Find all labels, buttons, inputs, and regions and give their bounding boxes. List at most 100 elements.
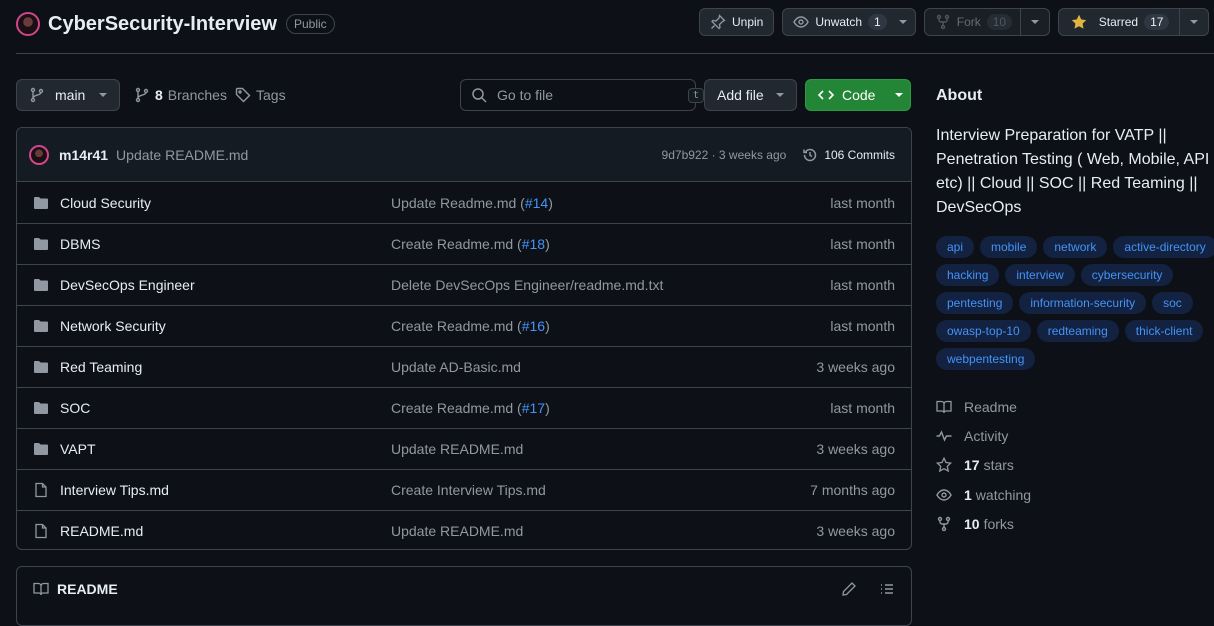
- file-commit-time: 3 weeks ago: [816, 441, 895, 457]
- go-to-file-input[interactable]: [497, 87, 678, 103]
- star-filled-icon: [1071, 14, 1087, 30]
- folder-icon: [33, 359, 51, 375]
- file-row[interactable]: VAPT Update README.md 3 weeks ago: [17, 428, 911, 469]
- topic-tag[interactable]: redteaming: [1036, 320, 1119, 342]
- file-commit-message[interactable]: Create Readme.md (#17): [391, 400, 830, 416]
- topic-tag[interactable]: active-directory: [1113, 236, 1214, 258]
- commit-author-avatar[interactable]: [29, 144, 49, 165]
- file-row[interactable]: Red Teaming Update AD-Basic.md 3 weeks ago: [17, 346, 911, 387]
- unpin-button[interactable]: Unpin: [699, 8, 775, 36]
- file-name[interactable]: DevSecOps Engineer: [60, 277, 391, 293]
- topic-tag[interactable]: information-security: [1019, 292, 1147, 314]
- file-name[interactable]: Red Teaming: [60, 359, 391, 375]
- pull-request-link[interactable]: #14: [525, 195, 548, 211]
- file-commit-time: 3 weeks ago: [816, 359, 895, 375]
- topic-tag[interactable]: pentesting: [936, 292, 1014, 314]
- readme-link-label: Readme: [964, 398, 1017, 415]
- fork-icon: [936, 516, 952, 532]
- file-commit-message[interactable]: Create Readme.md (#18): [391, 236, 830, 252]
- star-dropdown[interactable]: [1179, 9, 1208, 35]
- file-commit-message[interactable]: Update AD-Basic.md: [391, 359, 816, 375]
- watching-count: 1: [964, 486, 972, 503]
- file-row[interactable]: Cloud Security Update Readme.md (#14) last…: [17, 182, 911, 223]
- code-icon: [818, 87, 834, 103]
- eye-icon: [793, 14, 810, 30]
- readme-link[interactable]: Readme: [936, 392, 1031, 421]
- file-commit-time: 3 weeks ago: [816, 523, 895, 539]
- file-commit-message[interactable]: Delete DevSecOps Engineer/readme.md.txt: [391, 277, 830, 293]
- topic-tag[interactable]: soc: [1152, 292, 1193, 314]
- file-name[interactable]: Interview Tips.md: [60, 482, 391, 498]
- topic-tag[interactable]: api: [936, 236, 975, 258]
- file-commit-time: last month: [830, 236, 895, 252]
- stars-label: stars: [983, 457, 1014, 474]
- repo-title[interactable]: CyberSecurity-Interview: [48, 13, 277, 36]
- starred-button[interactable]: Starred 17: [1057, 8, 1210, 36]
- file-commit-message[interactable]: Update README.md: [391, 523, 816, 539]
- file-row[interactable]: Interview Tips.md Create Interview Tips.m…: [17, 469, 911, 510]
- stars-count: 17: [964, 457, 980, 474]
- readme-panel: README: [16, 566, 912, 626]
- tags-link[interactable]: Tags: [235, 87, 286, 103]
- commit-message-text: Delete DevSecOps Engineer/readme.md.txt: [391, 277, 664, 293]
- watching-link[interactable]: 1 watching: [936, 480, 1031, 509]
- topic-tag[interactable]: mobile: [980, 236, 1038, 258]
- branch-selector[interactable]: main: [16, 79, 120, 111]
- branches-link[interactable]: 8 Branches: [134, 87, 227, 103]
- commit-message-end: ): [545, 400, 550, 416]
- commit-message-text: Create Readme.md (: [391, 318, 522, 334]
- file-name[interactable]: README.md: [60, 523, 391, 539]
- file-row[interactable]: SOC Create Readme.md (#17) last month: [17, 387, 911, 428]
- chevron-down-icon: [99, 93, 108, 97]
- file-name[interactable]: SOC: [60, 400, 391, 416]
- file-name[interactable]: VAPT: [60, 441, 391, 457]
- pin-icon: [710, 14, 726, 30]
- visibility-badge: Public: [285, 14, 335, 34]
- folder-icon: [33, 441, 51, 457]
- commit-message[interactable]: Update README.md: [116, 147, 248, 163]
- topic-tag[interactable]: webpentesting: [936, 348, 1036, 370]
- go-to-file-search[interactable]: t: [460, 79, 705, 111]
- add-file-label: Add file: [717, 87, 764, 103]
- fork-button[interactable]: Fork 10: [923, 8, 1050, 36]
- file-commit-message[interactable]: Create Readme.md (#16): [391, 318, 830, 334]
- file-row[interactable]: README.md Update README.md 3 weeks ago: [17, 510, 911, 549]
- tags-label: Tags: [256, 87, 286, 103]
- stars-link[interactable]: 17 stars: [936, 451, 1031, 480]
- add-file-button[interactable]: Add file: [704, 79, 797, 111]
- activity-link[interactable]: Activity: [936, 421, 1031, 450]
- unwatch-button[interactable]: Unwatch 1: [782, 8, 916, 36]
- file-commit-message[interactable]: Create Interview Tips.md: [391, 482, 810, 498]
- commit-message-text: Create Interview Tips.md: [391, 482, 546, 498]
- file-name[interactable]: Cloud Security: [60, 195, 391, 211]
- topic-tag[interactable]: cybersecurity: [1080, 264, 1174, 286]
- commits-history-link[interactable]: 106 Commits: [802, 147, 895, 163]
- file-commit-message[interactable]: Update README.md: [391, 441, 816, 457]
- file-name[interactable]: Network Security: [60, 318, 391, 334]
- commit-message-text: Update README.md: [391, 523, 524, 539]
- owner-avatar[interactable]: [16, 12, 40, 36]
- shortcut-key: t: [688, 87, 705, 103]
- commit-meta[interactable]: 9d7b922 · 3 weeks ago: [662, 148, 787, 162]
- file-commit-message[interactable]: Update Readme.md (#14): [391, 195, 830, 211]
- fork-label: Fork: [956, 15, 981, 29]
- repo-actions: Unpin Unwatch 1 Fork 10 Starred 17: [699, 8, 1210, 36]
- commit-author[interactable]: m14r41: [59, 147, 108, 163]
- file-name[interactable]: DBMS: [60, 236, 391, 252]
- chevron-down-icon: [895, 93, 904, 97]
- pull-request-link[interactable]: #17: [522, 400, 545, 416]
- topic-tag[interactable]: interview: [1005, 264, 1075, 286]
- topic-tag[interactable]: hacking: [936, 264, 1000, 286]
- forks-link[interactable]: 10 forks: [936, 509, 1031, 538]
- file-row[interactable]: Network Security Create Readme.md (#16) la…: [17, 305, 911, 346]
- star-count: 17: [1144, 14, 1170, 30]
- topic-tag[interactable]: network: [1043, 236, 1108, 258]
- fork-dropdown[interactable]: [1019, 9, 1049, 35]
- file-row[interactable]: DevSecOps Engineer Delete DevSecOps Engin…: [17, 264, 911, 305]
- file-row[interactable]: DBMS Create Readme.md (#18) last month: [17, 223, 911, 264]
- topic-tag[interactable]: owasp-top-10: [936, 320, 1031, 342]
- code-button[interactable]: Code: [805, 79, 911, 111]
- pull-request-link[interactable]: #18: [522, 236, 545, 252]
- pull-request-link[interactable]: #16: [522, 318, 545, 334]
- topic-tag[interactable]: thick-client: [1124, 320, 1204, 342]
